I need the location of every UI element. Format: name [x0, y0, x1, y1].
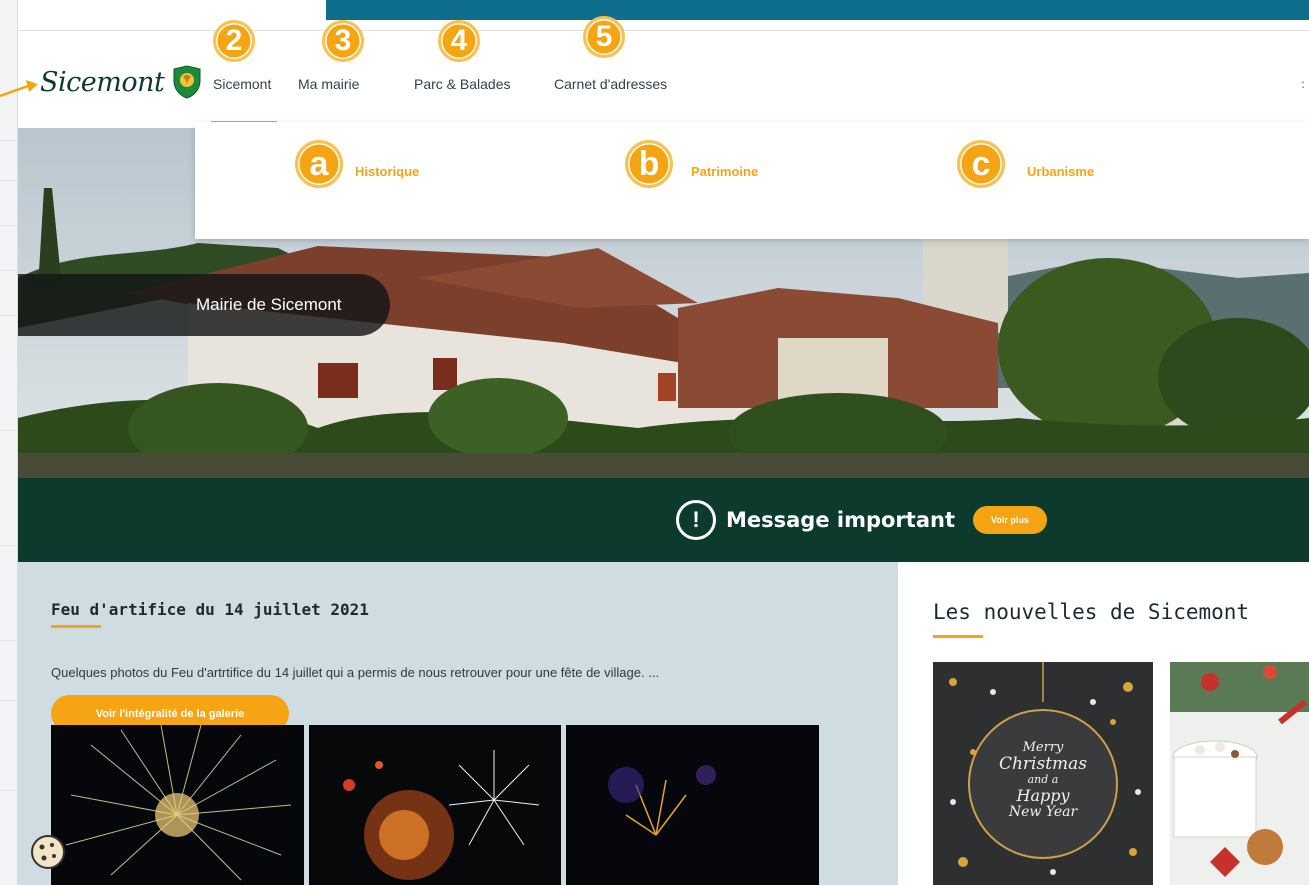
annotation-badge-5: 5 — [583, 16, 625, 58]
page-root: Sicemont Sicemont Ma mairie Parc & Balad… — [0, 0, 1309, 885]
news-card-cocoa[interactable] — [1170, 662, 1309, 885]
site-header: Sicemont Sicemont Ma mairie Parc & Balad… — [18, 30, 1309, 128]
news-card-christmas[interactable]: Merry Christmas and a Happy New Year — [933, 662, 1153, 885]
left-panel-edge — [0, 0, 18, 885]
header-right-glyph: : — [1300, 77, 1305, 91]
submenu-item-historique[interactable]: Historique — [355, 164, 419, 179]
nav-item-sicemont[interactable]: Sicemont — [213, 76, 271, 92]
news-title-underline — [933, 635, 983, 638]
nav-item-parc-balades[interactable]: Parc & Balades — [414, 76, 511, 92]
annotation-badge-4: 4 — [438, 20, 480, 62]
cookie-consent-icon[interactable] — [30, 834, 66, 870]
shield-logo-icon — [173, 65, 201, 99]
annotation-badge-3: 3 — [322, 20, 364, 62]
title-underline — [51, 625, 101, 628]
nav-item-carnet-adresses[interactable]: Carnet d'adresses — [554, 76, 667, 92]
news-section: Les nouvelles de Sicemont Merry Christma… — [898, 562, 1309, 885]
gallery-card: Feu d'artifice du 14 juillet 2021 Quelqu… — [18, 562, 898, 885]
submenu-dropdown: Historique Patrimoine Urbanisme — [195, 122, 1309, 239]
annotation-badge-c: c — [957, 140, 1005, 188]
annotation-badge-b: b — [625, 140, 673, 188]
gallery-photo-3[interactable] — [566, 725, 819, 885]
gallery-photo-2[interactable] — [309, 725, 561, 885]
alert-icon: ! — [676, 500, 716, 540]
hero-caption: Mairie de Sicemont — [18, 274, 390, 336]
submenu-item-urbanisme[interactable]: Urbanisme — [1027, 164, 1094, 179]
site-logo[interactable]: Sicemont — [40, 65, 202, 99]
voir-plus-button[interactable]: Voir plus — [973, 506, 1047, 534]
annotation-badge-2: 2 — [213, 20, 255, 62]
annotation-arrow-icon — [0, 80, 38, 98]
top-accent-strip — [326, 0, 1309, 20]
gallery-photo-1[interactable] — [51, 725, 304, 885]
important-message-banner: ! Message important Voir plus — [18, 478, 1309, 562]
banner-text: Message important — [726, 508, 955, 532]
gallery-card-title: Feu d'artifice du 14 juillet 2021 — [51, 600, 369, 619]
logo-text: Sicemont — [40, 66, 165, 98]
submenu-item-patrimoine[interactable]: Patrimoine — [691, 164, 758, 179]
gallery-card-description: Quelques photos du Feu d'artrtifice du 1… — [51, 665, 660, 680]
christmas-card-text: Merry Christmas and a Happy New Year — [998, 740, 1088, 820]
annotation-badge-a: a — [295, 140, 343, 188]
nav-item-ma-mairie[interactable]: Ma mairie — [298, 76, 359, 92]
news-section-title: Les nouvelles de Sicemont — [933, 600, 1250, 624]
